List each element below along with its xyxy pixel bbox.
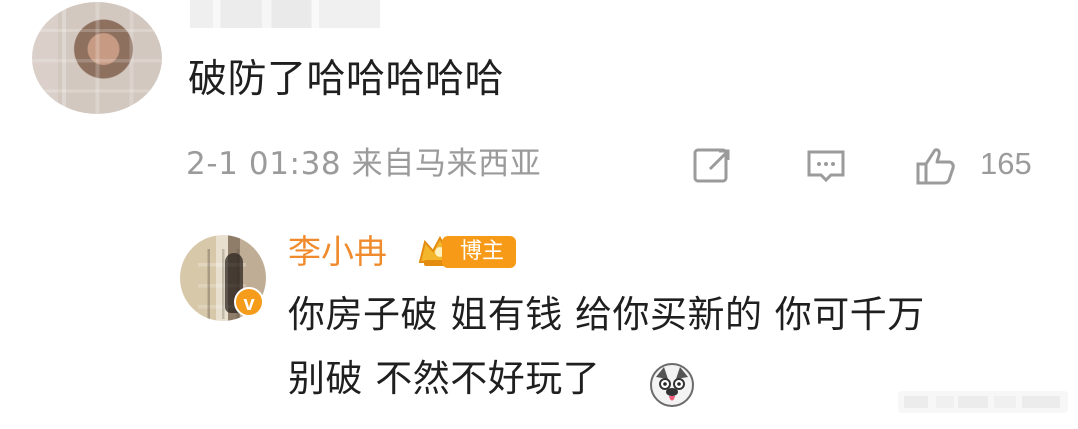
comment-icon[interactable] (802, 142, 850, 190)
like-count: 165 (980, 146, 1032, 181)
blurred-username (190, 0, 380, 28)
reply-author-name[interactable]: 李小冉 (288, 231, 387, 273)
thumbs-up-icon[interactable] (911, 142, 959, 190)
share-icon[interactable] (690, 142, 738, 190)
watermark-icon (898, 391, 1068, 413)
reply-text-line-2: 别破 不然不好玩了 (288, 357, 601, 400)
husky-emoji-icon (650, 363, 694, 407)
reply-text-line-1: 你房子破 姐有钱 给你买新的 你可千万 (288, 293, 925, 336)
verified-badge: v (234, 287, 264, 317)
comment-text: 破防了哈哈哈哈哈 (188, 57, 505, 102)
comment-avatar[interactable] (32, 2, 162, 114)
role-badge: 博主 (442, 236, 517, 268)
comment-meta: 2-1 01:38 来自马来西亚 (186, 146, 542, 182)
